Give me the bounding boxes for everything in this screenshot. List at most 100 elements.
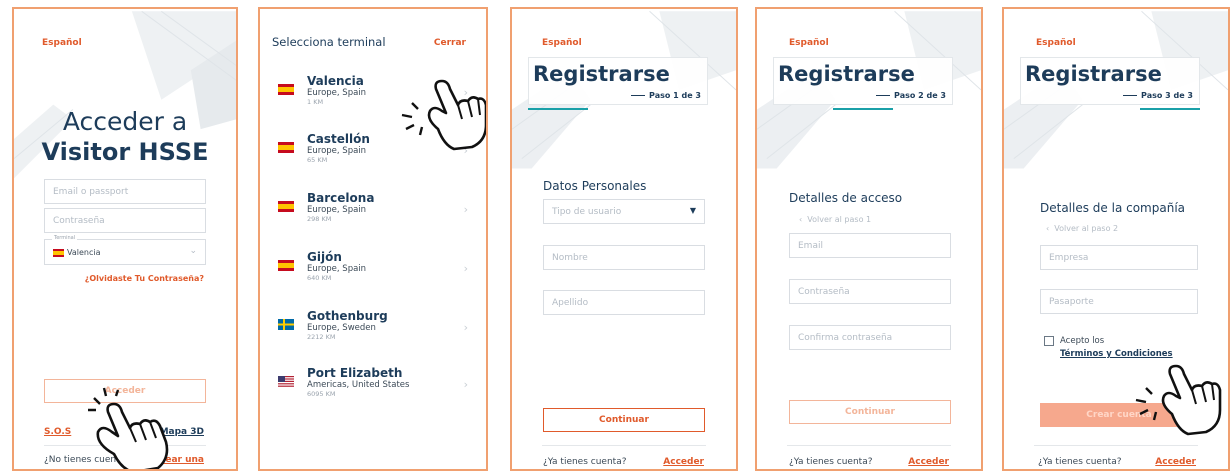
password-field[interactable]: Contraseña: [44, 208, 206, 233]
section-title: Detalles de la compañía: [1040, 201, 1186, 215]
architecture-background: [512, 10, 736, 169]
progress-underline: [528, 108, 588, 110]
terms-checkbox[interactable]: [1044, 336, 1054, 346]
terminal-value: Valencia: [67, 248, 101, 257]
email-field[interactable]: Email o passport: [44, 179, 206, 204]
back-link[interactable]: ‹ Volver al paso 1: [799, 215, 871, 224]
caret-down-icon: ▼: [689, 206, 696, 215]
usa-flag-icon: [278, 376, 294, 387]
progress-underline: [1140, 108, 1200, 110]
password-field[interactable]: Contraseña: [789, 279, 951, 304]
have-account-text: ¿Ya tienes cuenta?: [789, 457, 873, 467]
terminal-distance: 6095 KM: [307, 390, 336, 398]
language-selector[interactable]: Español: [542, 38, 582, 48]
architecture-background: [757, 10, 981, 169]
name-field[interactable]: Nombre: [543, 245, 705, 270]
terminal-select[interactable]: Terminal Valencia ⌄: [44, 235, 206, 265]
section-title: Datos Personales: [543, 179, 647, 193]
terminal-distance: 640 KM: [307, 274, 332, 282]
terminal-item-valencia[interactable]: Valencia Europe, Spain 1 KM ›: [274, 74, 472, 124]
terminal-item-gothenburg[interactable]: Gothenburg Europe, Sweden 2212 KM ›: [274, 309, 472, 359]
login-link[interactable]: Acceder: [908, 457, 949, 467]
terminal-name: Gothenburg: [307, 309, 388, 323]
no-account-text: ¿No tienes cuenta?: [44, 455, 130, 465]
confirm-password-field[interactable]: Confirma contraseña: [789, 325, 951, 350]
page-title: Registrarse: [1025, 62, 1162, 86]
terminal-distance: 1 KM: [307, 98, 324, 106]
continue-button[interactable]: Continuar: [789, 400, 951, 424]
spain-flag-icon: [278, 84, 294, 95]
terminal-region: Europe, Spain: [307, 88, 367, 98]
terminal-item-port-elizabeth[interactable]: Port Elizabeth Americas, United States 6…: [274, 366, 472, 416]
terminal-selector-screen: Selecciona terminal Cerrar Valencia Euro…: [258, 7, 488, 471]
terminal-region: Americas, United States: [307, 380, 410, 390]
terminal-label: Terminal: [52, 235, 78, 241]
terminal-item-gijon[interactable]: Gijón Europe, Spain 640 KM ›: [274, 250, 472, 300]
have-account-text: ¿Ya tienes cuenta?: [543, 457, 627, 467]
register-header: Registrarse Paso 2 de 3: [773, 57, 953, 105]
register-header: Registrarse Paso 3 de 3: [1020, 57, 1200, 105]
step-indicator: Paso 2 de 3: [876, 91, 946, 100]
register-step2-screen: Español Registrarse Paso 2 de 3 Detalles…: [755, 7, 983, 471]
continue-button[interactable]: Continuar: [543, 408, 705, 432]
terms-link[interactable]: Términos y Condiciones: [1060, 349, 1173, 359]
terminal-name: Port Elizabeth: [307, 366, 403, 380]
chevron-down-icon: ⌄: [189, 246, 197, 256]
chevron-right-icon: ›: [463, 144, 468, 157]
divider: [542, 445, 706, 446]
divider: [1034, 445, 1198, 446]
chevron-right-icon: ›: [463, 86, 468, 99]
terminal-selector-title: Selecciona terminal: [272, 35, 386, 49]
terminal-item-barcelona[interactable]: Barcelona Europe, Spain 298 KM ›: [274, 191, 472, 241]
have-account-text: ¿Ya tienes cuenta?: [1038, 457, 1122, 467]
page-title: Registrarse: [533, 62, 670, 86]
passport-field[interactable]: Pasaporte: [1040, 289, 1198, 314]
create-account-link[interactable]: Crear una: [154, 455, 204, 465]
chevron-right-icon: ›: [463, 262, 468, 275]
terminal-name: Barcelona: [307, 191, 375, 205]
register-step1-screen: Español Registrarse Paso 1 de 3 Datos Pe…: [510, 7, 738, 471]
terminal-distance: 298 KM: [307, 215, 332, 223]
page-title: Registrarse: [778, 62, 915, 86]
login-title-line2: Visitor HSSE: [41, 138, 209, 166]
company-field[interactable]: Empresa: [1040, 245, 1198, 270]
terminal-distance: 2212 KM: [307, 333, 336, 341]
login-link[interactable]: Acceder: [663, 457, 704, 467]
terminal-name: Valencia: [307, 74, 364, 88]
terminal-item-castellon[interactable]: Castellón Europe, Spain 65 KM ›: [274, 132, 472, 182]
sweden-flag-icon: [278, 319, 294, 330]
chevron-right-icon: ›: [463, 321, 468, 334]
close-button[interactable]: Cerrar: [434, 38, 466, 48]
back-link[interactable]: ‹ Volver al paso 2: [1046, 224, 1118, 233]
login-button[interactable]: Acceder: [44, 379, 206, 403]
email-field[interactable]: Email: [789, 233, 951, 258]
language-selector[interactable]: Español: [789, 38, 829, 48]
progress-underline: [833, 108, 893, 110]
surname-field[interactable]: Apellido: [543, 290, 705, 315]
user-type-select[interactable]: Tipo de usuario ▼: [543, 199, 705, 224]
login-title-line1: Acceder a: [62, 107, 188, 136]
spain-flag-icon: [53, 249, 64, 257]
terminal-name: Castellón: [307, 132, 370, 146]
login-link[interactable]: Acceder: [1155, 457, 1196, 467]
divider: [787, 445, 951, 446]
terminal-region: Europe, Spain: [307, 205, 367, 215]
sos-link[interactable]: S.O.S: [44, 427, 71, 437]
map-3d-link[interactable]: Mapa 3D: [160, 427, 204, 437]
register-step3-screen: Español Registrarse Paso 3 de 3 Detalles…: [1002, 7, 1230, 471]
language-selector[interactable]: Español: [1036, 38, 1076, 48]
create-account-button[interactable]: Crear cuenta: [1040, 403, 1198, 427]
section-title: Detalles de acceso: [789, 191, 903, 205]
terminal-region: Europe, Spain: [307, 264, 367, 274]
forgot-password-link[interactable]: ¿Olvidaste Tu Contraseña?: [85, 274, 204, 283]
accept-text: Acepto los: [1060, 336, 1105, 346]
step-indicator: Paso 1 de 3: [631, 91, 701, 100]
chevron-right-icon: ›: [463, 203, 468, 216]
terminal-distance: 65 KM: [307, 156, 328, 164]
chevron-right-icon: ›: [463, 378, 468, 391]
language-selector[interactable]: Español: [42, 38, 82, 48]
divider: [44, 445, 206, 446]
spain-flag-icon: [278, 260, 294, 271]
spain-flag-icon: [278, 201, 294, 212]
spain-flag-icon: [278, 142, 294, 153]
